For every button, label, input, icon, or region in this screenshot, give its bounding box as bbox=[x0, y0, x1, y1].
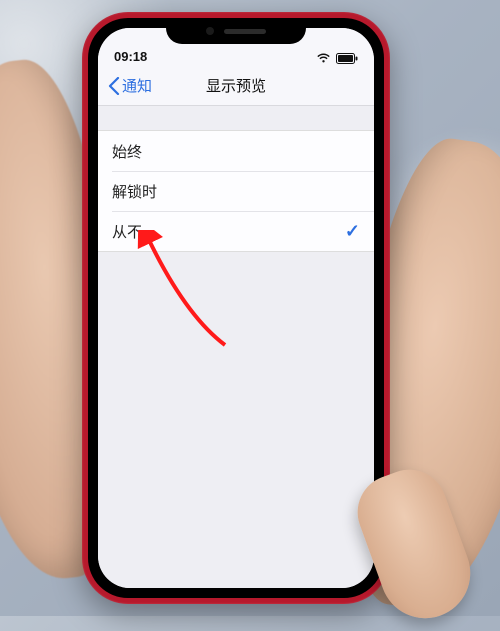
option-always[interactable]: 始终 bbox=[98, 131, 374, 171]
phone-notch bbox=[166, 18, 306, 44]
wifi-icon bbox=[316, 53, 331, 64]
option-label: 从不 bbox=[112, 221, 142, 242]
page-title: 显示预览 bbox=[206, 75, 266, 96]
option-when-unlocked[interactable]: 解锁时 bbox=[98, 171, 374, 211]
option-label: 解锁时 bbox=[112, 181, 157, 202]
checkmark-icon: ✓ bbox=[345, 221, 360, 242]
chevron-left-icon bbox=[108, 77, 120, 95]
screen: 09:18 bbox=[98, 28, 374, 588]
back-label: 通知 bbox=[122, 75, 152, 96]
status-time: 09:18 bbox=[114, 49, 147, 64]
battery-icon bbox=[336, 53, 358, 64]
nav-bar: 通知 显示预览 bbox=[98, 66, 374, 106]
options-list: 始终 解锁时 从不 ✓ bbox=[98, 130, 374, 252]
phone-frame: 09:18 bbox=[82, 12, 390, 604]
option-never[interactable]: 从不 ✓ bbox=[98, 211, 374, 251]
option-label: 始终 bbox=[112, 141, 142, 162]
back-button[interactable]: 通知 bbox=[104, 66, 156, 105]
